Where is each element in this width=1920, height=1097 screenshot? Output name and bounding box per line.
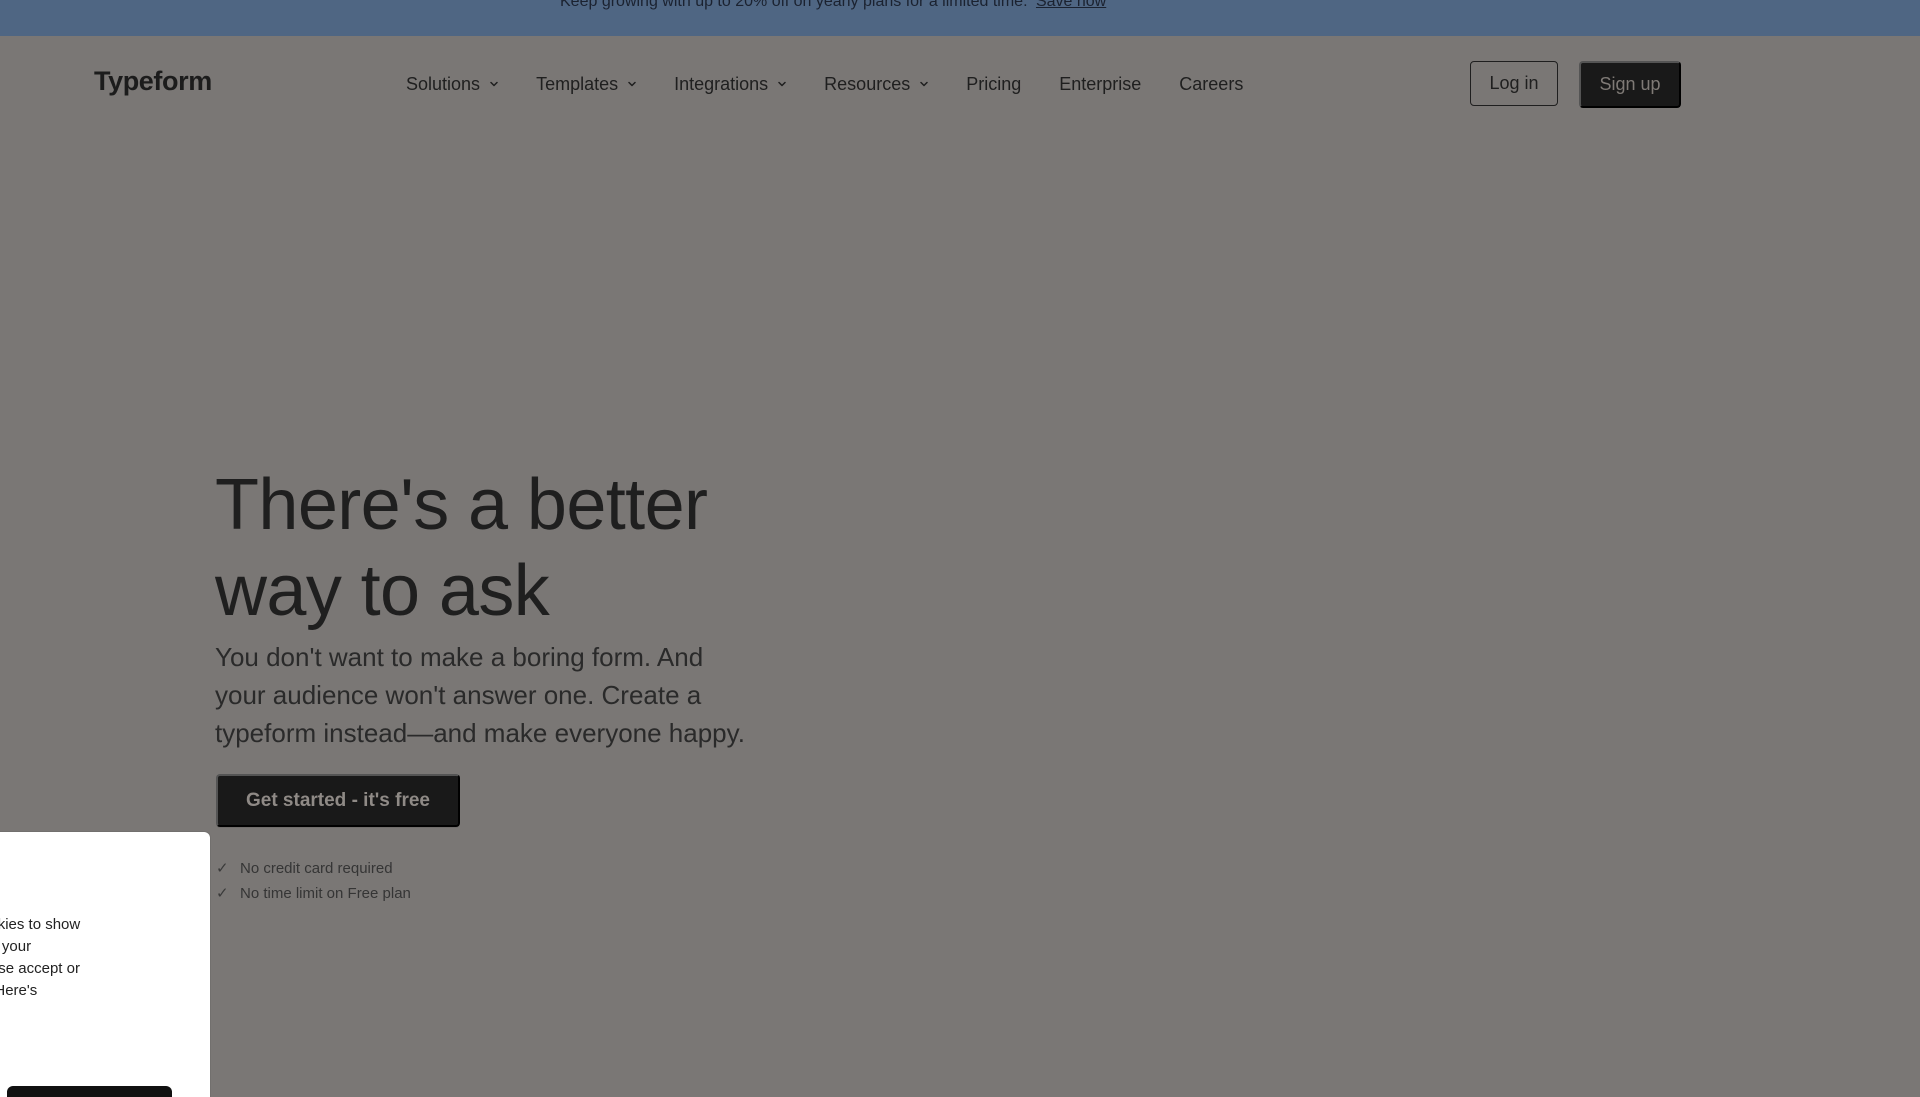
nav-pricing-label: Pricing bbox=[966, 74, 1022, 94]
main-nav: Solutions Templates Integrations Resourc… bbox=[406, 74, 1281, 95]
signup-button[interactable]: Sign up bbox=[1579, 61, 1681, 108]
check-icon: ✓ bbox=[216, 860, 229, 877]
nav-integrations[interactable]: Integrations bbox=[674, 74, 786, 95]
chevron-down-icon bbox=[490, 80, 498, 88]
promo-text: Keep growing with up to 20% off on yearl… bbox=[560, 0, 1028, 10]
hero-benefits: ✓ No credit card required ✓ No time limi… bbox=[216, 856, 411, 906]
chevron-down-icon bbox=[628, 80, 636, 88]
nav-resources[interactable]: Resources bbox=[824, 74, 928, 95]
promo-link[interactable]: Save now bbox=[1036, 0, 1106, 10]
hero-subtitle-line-1: You don't want to make a boring form. An… bbox=[215, 642, 704, 672]
site-header: Typeform Solutions Templates Integration… bbox=[0, 36, 1920, 132]
typeform-logo[interactable]: Typeform bbox=[94, 66, 212, 97]
cookie-text-line-2: based on your bbox=[0, 938, 32, 955]
nav-resources-label: Resources bbox=[824, 74, 911, 94]
hero-subtitle-line-2: your audience won't answer one. Create a bbox=[215, 680, 702, 710]
promo-text-container: Keep growing with up to 20% off on yearl… bbox=[560, 0, 1106, 10]
nav-enterprise[interactable]: Enterprise bbox=[1059, 74, 1141, 95]
get-started-button[interactable]: Get started - it's free bbox=[216, 774, 460, 827]
hero-title-line-1: There's a better bbox=[215, 465, 708, 546]
cookie-banner: party cookies to show based on your tory… bbox=[0, 832, 210, 1097]
nav-templates-label: Templates bbox=[536, 74, 619, 94]
nav-templates[interactable]: Templates bbox=[536, 74, 636, 95]
hero-title-line-2: way to ask bbox=[215, 551, 550, 632]
nav-careers[interactable]: Careers bbox=[1179, 74, 1243, 95]
benefit-row: ✓ No time limit on Free plan bbox=[216, 881, 411, 906]
hero-subtitle-line-3: typeform instead—and make everyone happy… bbox=[215, 718, 745, 748]
cookie-text: party cookies to show based on your tory… bbox=[0, 914, 186, 1002]
nav-pricing[interactable]: Pricing bbox=[966, 74, 1021, 95]
nav-enterprise-label: Enterprise bbox=[1059, 74, 1142, 94]
nav-careers-label: Careers bbox=[1179, 74, 1244, 94]
chevron-down-icon bbox=[778, 80, 786, 88]
promo-bar: Keep growing with up to 20% off on yearl… bbox=[0, 0, 1920, 36]
page-root: Keep growing with up to 20% off on yearl… bbox=[0, 0, 1920, 1097]
benefit-text: No time limit on Free plan bbox=[240, 885, 411, 902]
benefit-row: ✓ No credit card required bbox=[216, 856, 411, 881]
nav-integrations-label: Integrations bbox=[674, 74, 769, 94]
cookie-text-line-4: s below. Here's bbox=[0, 982, 38, 999]
hero-title: There's a better way to ask bbox=[215, 462, 835, 634]
cookie-accept-button[interactable] bbox=[7, 1086, 172, 1097]
nav-solutions[interactable]: Solutions bbox=[406, 74, 498, 95]
cookie-text-line-3: tory. Please accept or bbox=[0, 960, 80, 977]
cookie-text-line-1: party cookies to show bbox=[0, 916, 81, 933]
nav-solutions-label: Solutions bbox=[406, 74, 481, 94]
hero-subtitle: You don't want to make a boring form. An… bbox=[215, 638, 805, 752]
benefit-text: No credit card required bbox=[240, 860, 393, 877]
login-button[interactable]: Log in bbox=[1470, 61, 1558, 106]
check-icon: ✓ bbox=[216, 885, 229, 902]
chevron-down-icon bbox=[920, 80, 928, 88]
